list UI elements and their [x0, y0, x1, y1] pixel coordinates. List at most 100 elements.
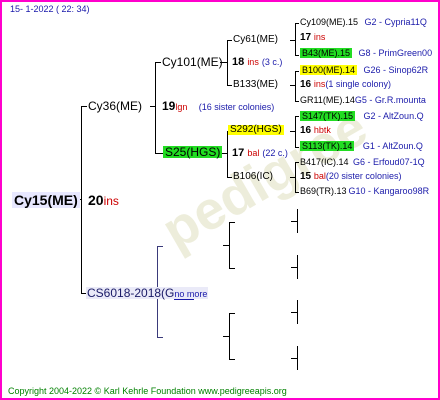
queen-gen2-1[interactable]: CS6018-2018(Gno more	[86, 286, 209, 300]
connector	[295, 101, 299, 102]
queen-name: S292(HGS)	[230, 124, 282, 135]
queen-name: B106(IC)	[233, 171, 274, 182]
connector	[227, 131, 228, 178]
connector	[227, 85, 232, 86]
queen-name: B133(ME)	[233, 79, 279, 90]
queen-gen4-3[interactable]: B106(IC)	[233, 172, 273, 182]
connector	[295, 23, 296, 56]
queen-name: CS6018-2018(G	[87, 286, 175, 300]
queen-gen2-0[interactable]: Cy36(ME)	[88, 100, 142, 112]
connector	[155, 62, 156, 154]
gen4-3-year: 15 bal(20 sister colonies)	[300, 172, 401, 182]
queen-gen5-7[interactable]: B417(IC).14 G6 - Erfoud07-1Q	[300, 158, 425, 167]
connector	[297, 346, 298, 370]
connector	[229, 222, 235, 223]
note: (3 c.)	[261, 57, 283, 67]
breed-suffix: bal	[313, 171, 326, 181]
year-num: 20	[88, 192, 104, 208]
queen-gen5-0[interactable]: Cy109(ME).15 G2 - Cypria11Q	[300, 18, 427, 27]
connector	[297, 255, 298, 279]
queen-code: G8 - PrimGreen00	[358, 48, 433, 58]
connector	[227, 40, 228, 86]
connector	[295, 116, 296, 148]
connector	[227, 177, 232, 178]
gen4-0-year: 17 ins	[300, 33, 325, 43]
queen-code: G1 - AltZoun.Q	[362, 141, 423, 151]
year-num: 16	[300, 125, 312, 136]
breed-suffix: lgn	[175, 102, 188, 112]
connector	[223, 245, 229, 246]
queen-gen4-0[interactable]: Cy61(ME)	[233, 35, 278, 45]
queen-name: Cy61(ME)	[233, 34, 279, 45]
connector	[157, 246, 163, 247]
connector	[295, 55, 299, 56]
connector	[229, 359, 235, 360]
connector	[295, 192, 299, 193]
year-num: 17	[232, 147, 245, 159]
header-date: 15- 1-2022 ( 22: 34)	[10, 4, 90, 14]
breed-suffix: ins	[103, 194, 119, 208]
queen-code: G2 - AltZoun.Q	[363, 111, 424, 121]
connector	[297, 209, 298, 233]
connector	[155, 153, 163, 154]
connector	[157, 337, 163, 338]
connector	[229, 313, 230, 360]
queen-gen5-6[interactable]: S113(TK).14 G1 - AltZoun.Q	[300, 141, 423, 151]
pedigree-frame: 15- 1-2022 ( 22: 34) pedigree Cy15(ME) 2…	[2, 2, 438, 398]
connector	[295, 147, 299, 148]
year-num: 15	[300, 171, 312, 182]
breed-suffix: ins	[313, 79, 326, 89]
queen-name: Cy101(ME)	[162, 55, 223, 69]
queen-main[interactable]: Cy15(ME)	[12, 192, 80, 208]
note: (20 sister colonies)	[325, 171, 402, 181]
connector	[295, 71, 296, 102]
gen3-0-year: 18 ins (3 c.)	[232, 57, 282, 68]
year-num: 19	[162, 99, 176, 113]
queen-gen3-0[interactable]: Cy101(ME)	[162, 56, 223, 68]
queen-gen3-1[interactable]: S25(HGS)	[163, 145, 223, 159]
queen-gen5-4[interactable]: GR11(ME).14G5 - Gr.R.mounta	[300, 96, 426, 105]
queen-name: Cy36(ME)	[88, 99, 143, 113]
no-more-link[interactable]: no more	[174, 289, 207, 299]
queen-name: B417(IC).14	[300, 157, 349, 167]
queen-name: GR11(ME).14	[300, 95, 355, 105]
year-num: 18	[232, 56, 245, 68]
connector	[81, 106, 87, 107]
underline	[174, 299, 194, 300]
breed-suffix: ins	[247, 57, 259, 67]
queen-gen5-2[interactable]: B100(ME).14 G26 - Sinop62R	[300, 65, 429, 75]
gen4-2-year: 16 hbtk	[300, 126, 331, 136]
queen-gen5-5[interactable]: S147(TK).15 G2 - AltZoun.Q	[300, 111, 424, 121]
gen5-3-year: 16 ins(1 single colony)	[300, 80, 391, 90]
queen-name: S113(TK).14	[300, 141, 355, 151]
connector	[223, 336, 229, 337]
connector	[291, 358, 297, 359]
connector	[227, 40, 232, 41]
connector	[295, 162, 299, 163]
queen-name: B43(ME).15	[300, 48, 353, 58]
note: (22 c.)	[262, 148, 288, 158]
note: (16 sister colonies)	[198, 102, 275, 112]
queen-code: G10 - Kangaroo98R	[348, 186, 430, 196]
note: (1 single colony)	[325, 79, 391, 89]
queen-name: S25(HGS)	[165, 145, 221, 159]
queen-name: B69(TR).13	[300, 186, 347, 196]
connector	[295, 162, 296, 193]
queen-gen5-8[interactable]: B69(TR).13 G10 - Kangaroo98R	[300, 187, 429, 196]
queen-name: Cy15(ME)	[14, 192, 78, 208]
queen-main-year: 20ins	[88, 193, 119, 207]
breed-suffix: ins	[313, 32, 326, 42]
connector	[295, 23, 299, 24]
queen-name: B100(ME).14	[300, 65, 358, 75]
queen-code: G26 - Sinop62R	[363, 65, 429, 75]
queen-gen5-1[interactable]: B43(ME).15 G8 - PrimGreen00	[300, 48, 433, 58]
connector	[155, 62, 161, 63]
queen-gen4-2[interactable]: S292(HGS)	[228, 125, 284, 135]
footer-copyright: Copyright 2004-2022 © Karl Kehrle Founda…	[8, 386, 287, 396]
connector	[229, 268, 235, 269]
connector	[297, 300, 298, 324]
connector	[81, 106, 82, 294]
queen-name: Cy109(ME).15	[300, 17, 359, 27]
connector	[229, 222, 230, 269]
queen-gen4-1[interactable]: B133(ME)	[233, 80, 278, 90]
